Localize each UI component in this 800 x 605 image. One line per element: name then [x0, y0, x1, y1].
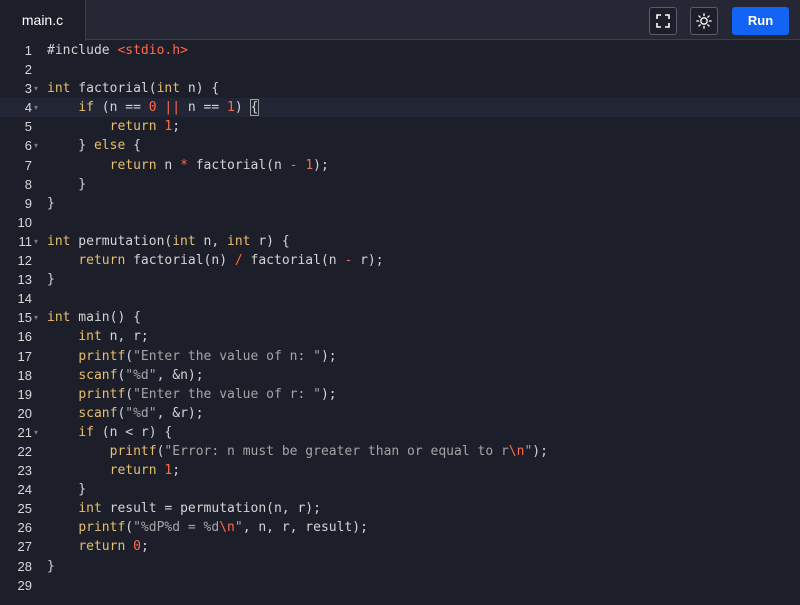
line-number: 17: [17, 348, 32, 364]
fold-arrow-icon[interactable]: ▾: [34, 308, 38, 327]
code-line[interactable]: 27 return 0;: [0, 537, 800, 556]
line-number: 25: [17, 501, 32, 517]
tab-main-c[interactable]: main.c: [0, 0, 86, 41]
code-line[interactable]: 19 printf("Enter the value of r: ");: [0, 385, 800, 404]
code-line[interactable]: 12 return factorial(n) / factorial(n - r…: [0, 251, 800, 270]
code-line[interactable]: 8 }: [0, 175, 800, 194]
code-line[interactable]: 29: [0, 576, 800, 595]
code-text: int main() {: [47, 310, 141, 326]
code-text: }: [47, 195, 55, 211]
code-line[interactable]: 16 int n, r;: [0, 327, 800, 346]
code-text: if (n == 0 || n == 1) {: [78, 99, 260, 117]
code-text: printf("%dP%d = %d\n", n, r, result);: [78, 520, 368, 536]
code-line[interactable]: 28}: [0, 557, 800, 576]
code-line[interactable]: 11 ▾ int permutation(int n, int r) {: [0, 232, 800, 251]
code-text: printf("Enter the value of n: ");: [78, 348, 337, 364]
editor-toolbar: main.c Run: [0, 0, 800, 41]
code-text: printf("Enter the value of r: ");: [78, 386, 337, 402]
code-line[interactable]: 6 ▾ } else {: [0, 136, 800, 155]
line-number: 5: [24, 119, 32, 135]
line-number: 13: [17, 272, 32, 288]
code-text: return 1;: [109, 119, 181, 135]
code-text: } else {: [47, 138, 141, 154]
line-number: 22: [17, 443, 32, 459]
code-line[interactable]: 4 ▾ if (n == 0 || n == 1) {: [0, 98, 800, 118]
code-line[interactable]: 18 scanf("%d", &n);: [0, 366, 800, 385]
code-line[interactable]: 21 ▾ if (n < r) {: [0, 423, 800, 442]
line-number: 18: [17, 367, 32, 383]
code-text: int n, r;: [78, 329, 149, 345]
code-line[interactable]: 23 return 1;: [0, 461, 800, 480]
code-line[interactable]: 5 return 1;: [0, 117, 800, 136]
code-area[interactable]: 1 #include <stdio.h> 2 3 ▾ int factorial(int …: [0, 41, 800, 605]
code-text: return n * factorial(n - 1);: [109, 157, 329, 173]
line-number: 4: [24, 100, 32, 116]
code-text: }: [47, 558, 55, 574]
code-text: }: [47, 176, 87, 192]
code-line[interactable]: 13}: [0, 270, 800, 289]
line-number: 23: [17, 463, 32, 479]
code-line[interactable]: 24 }: [0, 480, 800, 499]
sun-icon: [696, 13, 712, 29]
line-number: 27: [17, 539, 32, 555]
code-line[interactable]: 20 scanf("%d", &r);: [0, 404, 800, 423]
code-text: scanf("%d", &r);: [78, 405, 204, 421]
line-number: 28: [17, 558, 32, 574]
code-line[interactable]: 14: [0, 289, 800, 308]
code-text: #include <stdio.h>: [47, 43, 188, 58]
fullscreen-button[interactable]: [649, 7, 677, 35]
line-number: 8: [24, 176, 32, 192]
code-text: printf("Error: n must be greater than or…: [109, 443, 548, 459]
line-number: 11: [18, 233, 33, 249]
code-line[interactable]: 7 return n * factorial(n - 1);: [0, 156, 800, 175]
line-number: 10: [17, 214, 32, 230]
line-number: 9: [24, 195, 32, 211]
line-number: 20: [17, 405, 32, 421]
code-line[interactable]: 3 ▾ int factorial(int n) {: [0, 79, 800, 98]
fold-arrow-icon[interactable]: ▾: [34, 423, 38, 442]
code-editor: main.c Run 1 #include <stdio.h> 2 3 ▾ in…: [0, 0, 800, 605]
code-line[interactable]: 26 printf("%dP%d = %d\n", n, r, result);: [0, 518, 800, 537]
code-line[interactable]: 2: [0, 60, 800, 79]
line-number: 19: [17, 386, 32, 402]
code-text: return factorial(n) / factorial(n - r);: [78, 253, 384, 269]
code-line[interactable]: 17 printf("Enter the value of n: ");: [0, 347, 800, 366]
line-number: 14: [17, 291, 32, 307]
code-line[interactable]: 1 #include <stdio.h>: [0, 41, 800, 60]
fold-arrow-icon[interactable]: ▾: [34, 136, 38, 155]
theme-toggle-button[interactable]: [690, 7, 718, 35]
code-text: }: [47, 272, 55, 288]
code-line[interactable]: 9}: [0, 194, 800, 213]
fold-arrow-icon[interactable]: ▾: [34, 79, 38, 98]
code-text: int result = permutation(n, r);: [78, 501, 321, 517]
fold-arrow-icon[interactable]: ▾: [34, 98, 38, 117]
code-text: return 0;: [78, 539, 149, 555]
code-line[interactable]: 10: [0, 213, 800, 232]
run-button[interactable]: Run: [732, 7, 789, 35]
line-number: 29: [17, 577, 32, 593]
code-line[interactable]: 15 ▾ int main() {: [0, 308, 800, 327]
line-number: 7: [24, 157, 32, 173]
fullscreen-icon: [656, 14, 670, 28]
line-number: 12: [17, 253, 32, 269]
line-number: 26: [17, 520, 32, 536]
line-number: 1: [24, 43, 32, 58]
code-text: }: [47, 482, 87, 498]
code-text: if (n < r) {: [78, 424, 173, 440]
code-text: int factorial(int n) {: [47, 81, 220, 97]
line-number: 3: [24, 81, 32, 97]
line-number: 2: [24, 62, 32, 78]
line-number: 6: [24, 138, 32, 154]
line-number: 21: [17, 424, 32, 440]
code-line[interactable]: 25 int result = permutation(n, r);: [0, 499, 800, 518]
code-text: return 1;: [109, 463, 181, 479]
fold-arrow-icon[interactable]: ▾: [34, 232, 38, 251]
line-number: 24: [17, 482, 32, 498]
code-text: int permutation(int n, int r) {: [47, 233, 290, 249]
line-number: 15: [17, 310, 32, 326]
line-number: 16: [17, 329, 32, 345]
code-line[interactable]: 22 printf("Error: n must be greater than…: [0, 442, 800, 461]
code-text: scanf("%d", &n);: [78, 367, 204, 383]
